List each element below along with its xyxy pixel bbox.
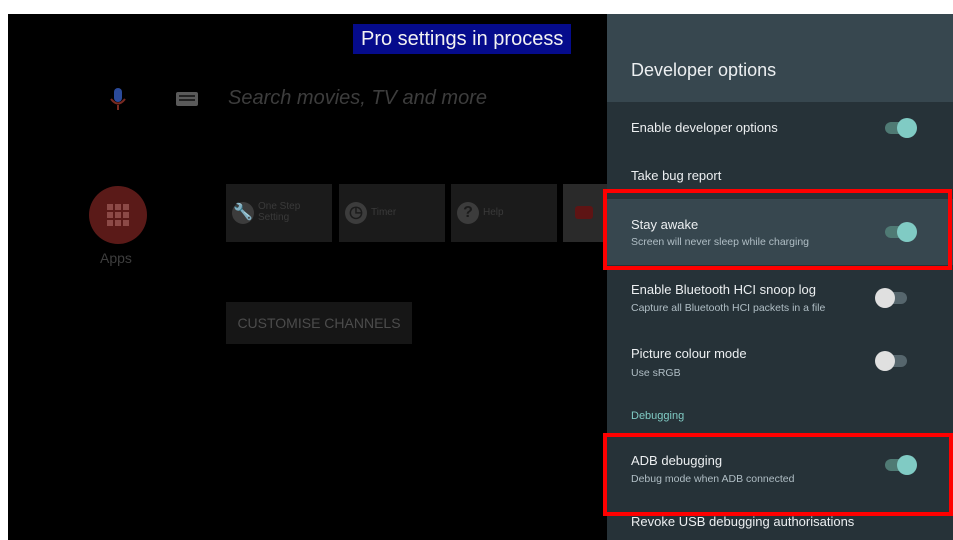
setting-subtitle: Capture all Bluetooth HCI packets in a f… (631, 302, 826, 314)
toggle-switch[interactable] (875, 350, 909, 371)
tile-label-setting: Setting (258, 212, 290, 223)
setting-bluetooth-hci-snoop-log[interactable]: Enable Bluetooth HCI snoop log Capture a… (607, 266, 953, 332)
toggle-switch[interactable] (883, 117, 917, 138)
tile-label-one-step: One Step (258, 201, 301, 212)
tile-one-step-setting[interactable]: 🔧 One Step Setting (226, 184, 332, 242)
tile-label: Timer (371, 207, 397, 218)
section-label-debugging: Debugging (631, 410, 685, 422)
search-input[interactable]: Search movies, TV and more (228, 87, 487, 110)
tile-label: Help (483, 207, 504, 218)
panel-header: Developer options (607, 14, 953, 102)
setting-picture-colour-mode[interactable]: Picture colour mode Use sRGB (607, 332, 953, 398)
keyboard-icon[interactable] (176, 92, 198, 106)
toggle-switch[interactable] (875, 287, 909, 308)
setting-title: Enable Bluetooth HCI snoop log (631, 282, 817, 297)
tile-label: One Step Setting (258, 201, 300, 223)
grid-icon (107, 204, 129, 226)
tile-timer[interactable]: ◷ Timer (339, 184, 445, 242)
microphone-icon[interactable] (110, 88, 126, 112)
tile-youtube[interactable] (563, 184, 608, 242)
status-banner: Pro settings in process (353, 24, 572, 54)
setting-title: Revoke USB debugging authorisations (631, 514, 855, 529)
highlight-box-adb-debugging (603, 433, 953, 516)
apps-label: Apps (100, 250, 132, 266)
highlight-box-stay-awake (603, 189, 952, 270)
setting-title: Take bug report (631, 168, 722, 183)
youtube-icon (575, 206, 593, 219)
setting-title: Enable developer options (631, 120, 778, 135)
tile-help[interactable]: ? Help (451, 184, 557, 242)
clock-icon: ◷ (345, 202, 367, 224)
wrench-icon: 🔧 (232, 202, 254, 224)
setting-enable-developer-options[interactable]: Enable developer options (607, 102, 953, 150)
setting-subtitle: Use sRGB (631, 367, 681, 379)
question-icon: ? (457, 202, 479, 224)
customise-channels-button[interactable]: CUSTOMISE CHANNELS (226, 302, 412, 344)
apps-button[interactable] (89, 186, 147, 244)
home-screen: Search movies, TV and more Apps 🔧 One St… (8, 14, 608, 540)
setting-title: Picture colour mode (631, 346, 747, 361)
page-title: Developer options (631, 60, 777, 80)
